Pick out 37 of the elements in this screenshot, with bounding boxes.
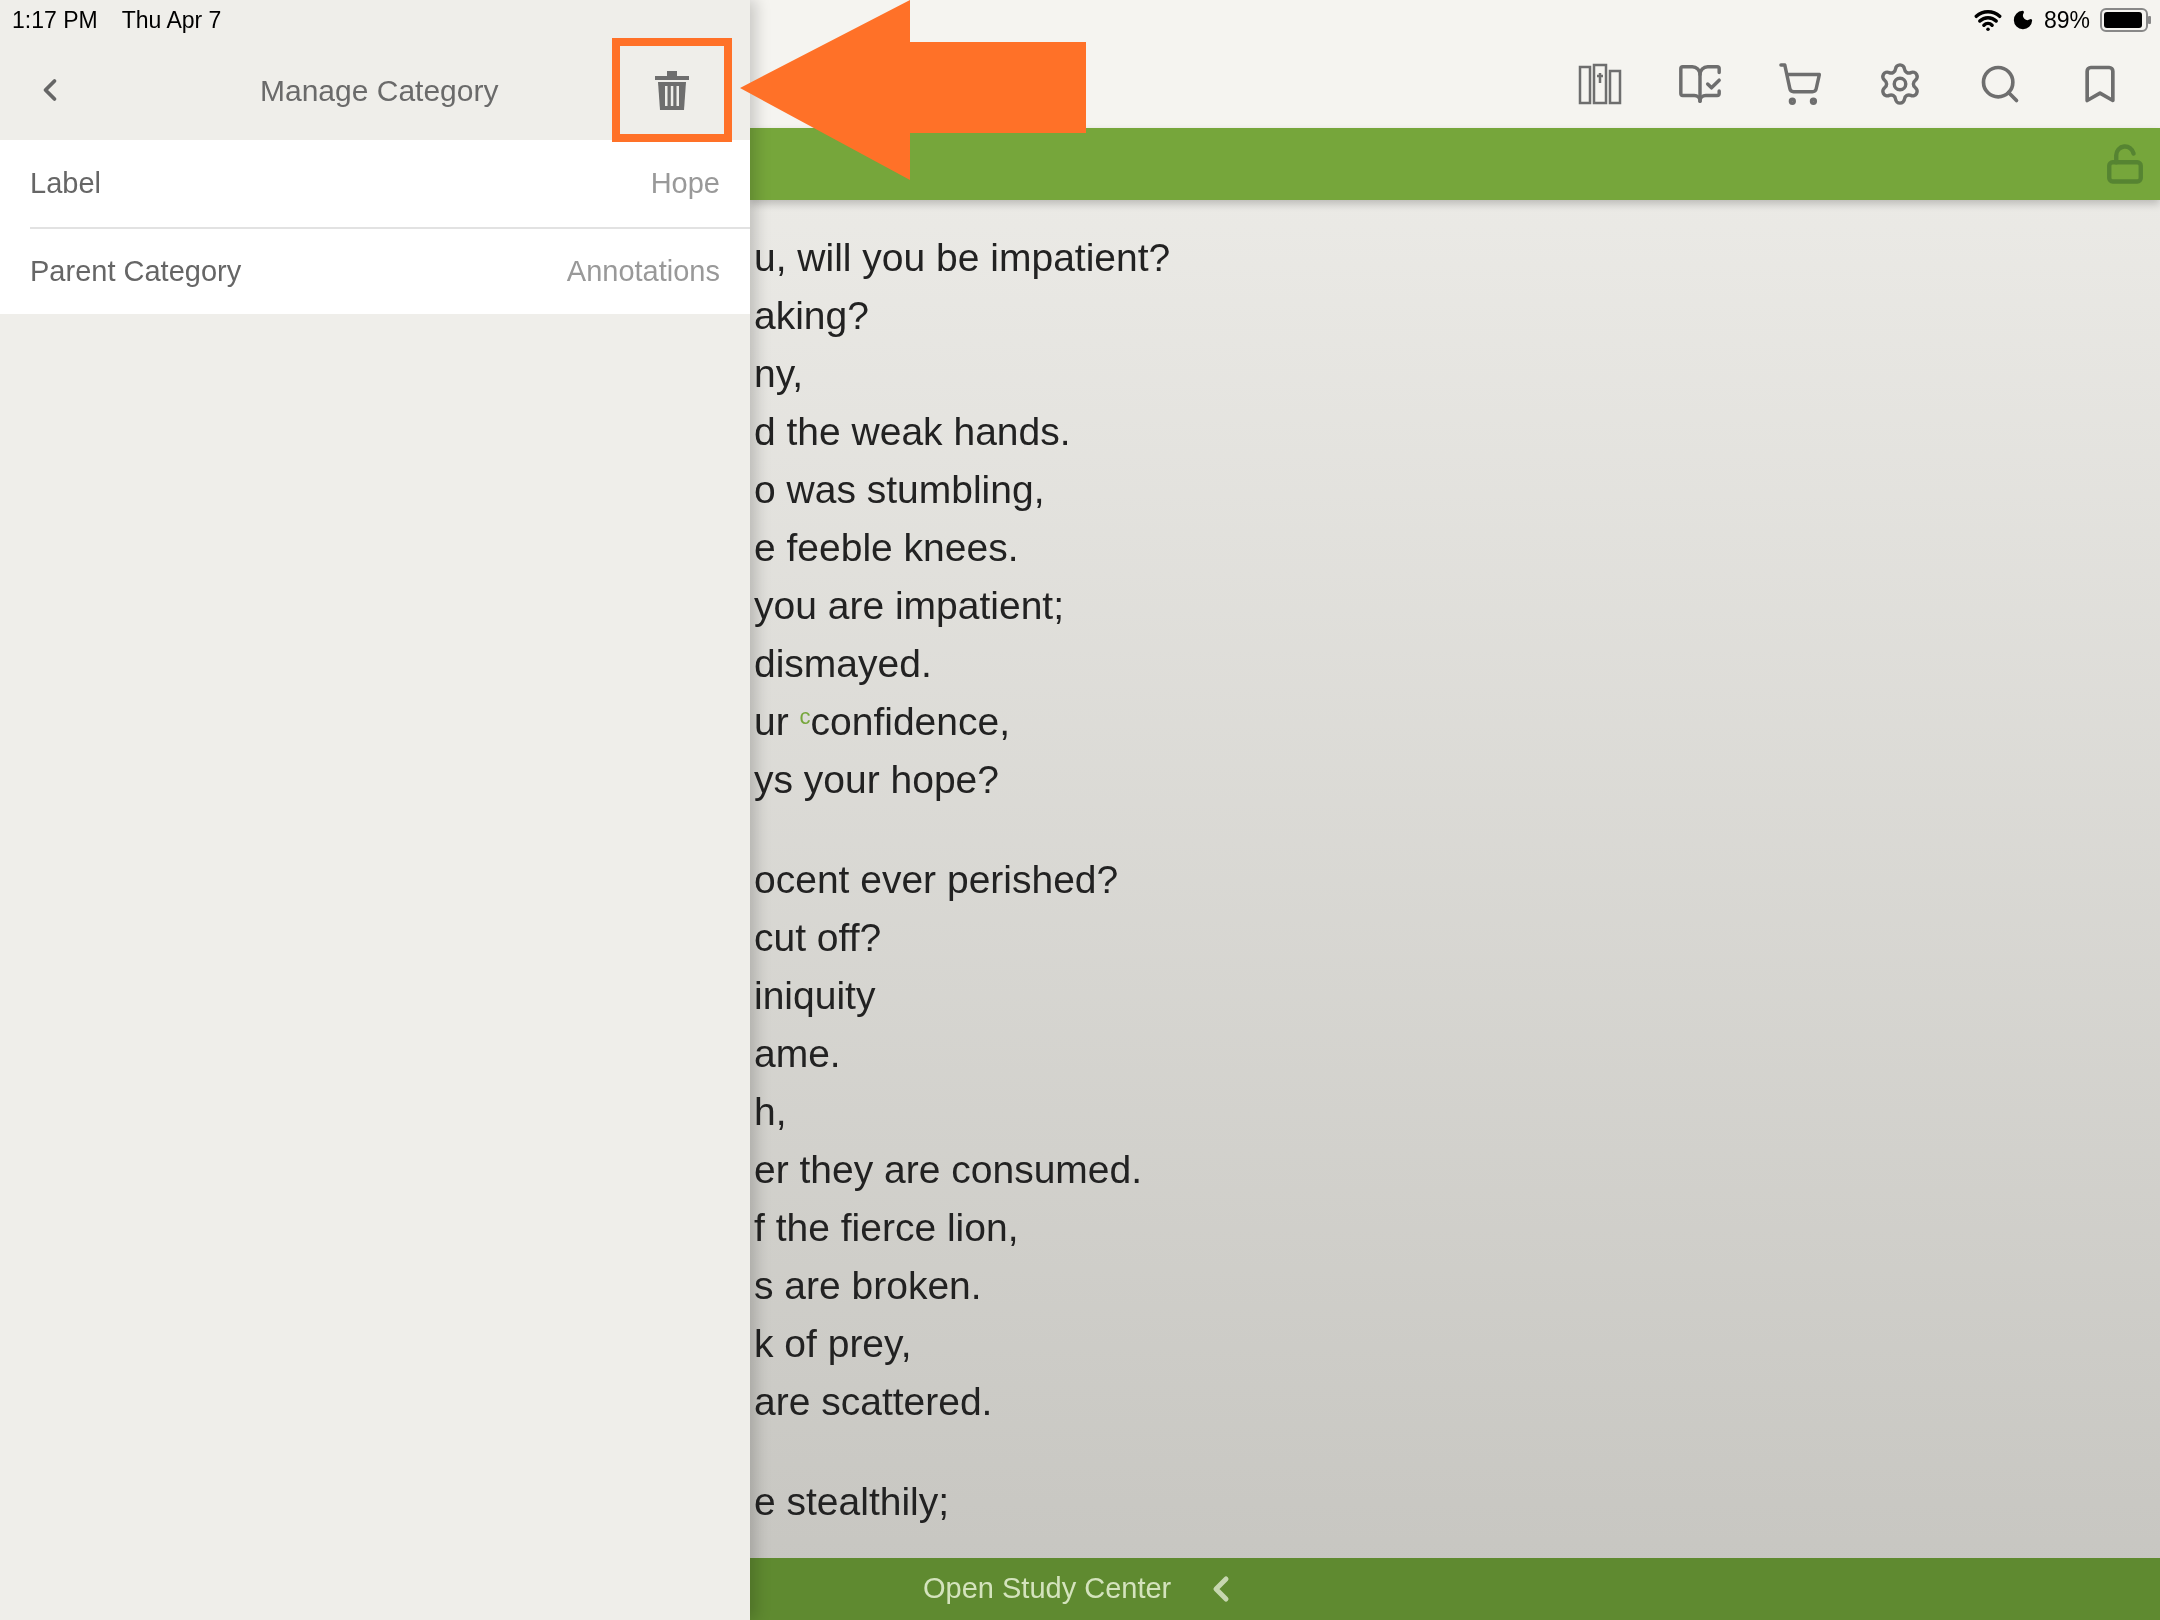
- moon-icon: [2011, 9, 2034, 31]
- verse-line: er they are consumed.: [753, 1147, 1144, 1193]
- verse-line: dismayed.: [753, 641, 933, 687]
- verse-line: e stealthily;: [753, 1479, 951, 1525]
- verse-line: ocent ever perished?: [753, 857, 1120, 903]
- panel-title: Manage Category: [260, 72, 499, 109]
- verse-line: ny,: [753, 351, 805, 397]
- cart-icon: [1777, 61, 1823, 107]
- verse-line: u, will you be impatient?: [753, 235, 1172, 281]
- verse-line: aking?: [753, 293, 870, 339]
- verse-line: are scattered.: [753, 1379, 994, 1425]
- row-label: Label: [30, 165, 101, 201]
- unlock-icon: [2104, 143, 2146, 185]
- verse-line: ame.: [753, 1031, 842, 1077]
- verse-line: f the fierce lion,: [753, 1205, 1020, 1251]
- verse-line: you are impatient;: [753, 583, 1065, 629]
- books-icon: [1578, 63, 1622, 105]
- trash-icon: [655, 70, 689, 110]
- verse-line: ys your hope?: [753, 757, 1000, 803]
- verse-line: iniquity: [753, 973, 877, 1019]
- study-center-button[interactable]: Open Study Center: [923, 1567, 1172, 1611]
- battery-percent: 89%: [2043, 5, 2090, 35]
- delete-button[interactable]: [612, 38, 732, 142]
- status-time: 1:17 PM: [12, 5, 98, 35]
- row-value: Hope: [650, 165, 720, 201]
- verse-line: s are broken.: [753, 1263, 983, 1309]
- verse-line: h,: [753, 1089, 788, 1135]
- verse-line: o was stumbling,: [753, 467, 1046, 513]
- row-value: Annotations: [566, 253, 720, 289]
- row-label: Parent Category: [30, 253, 242, 289]
- verse-line: d the weak hands.: [753, 409, 1072, 455]
- verse-line: k of prey,: [753, 1321, 913, 1367]
- battery-icon: [2100, 8, 2152, 32]
- verse-line: cut off?: [753, 915, 883, 961]
- verse-line: e feeble knees.: [753, 525, 1020, 571]
- status-date: Thu Apr 7: [121, 5, 222, 35]
- verse-line: ur $^{c}$confidence,: [753, 699, 1011, 745]
